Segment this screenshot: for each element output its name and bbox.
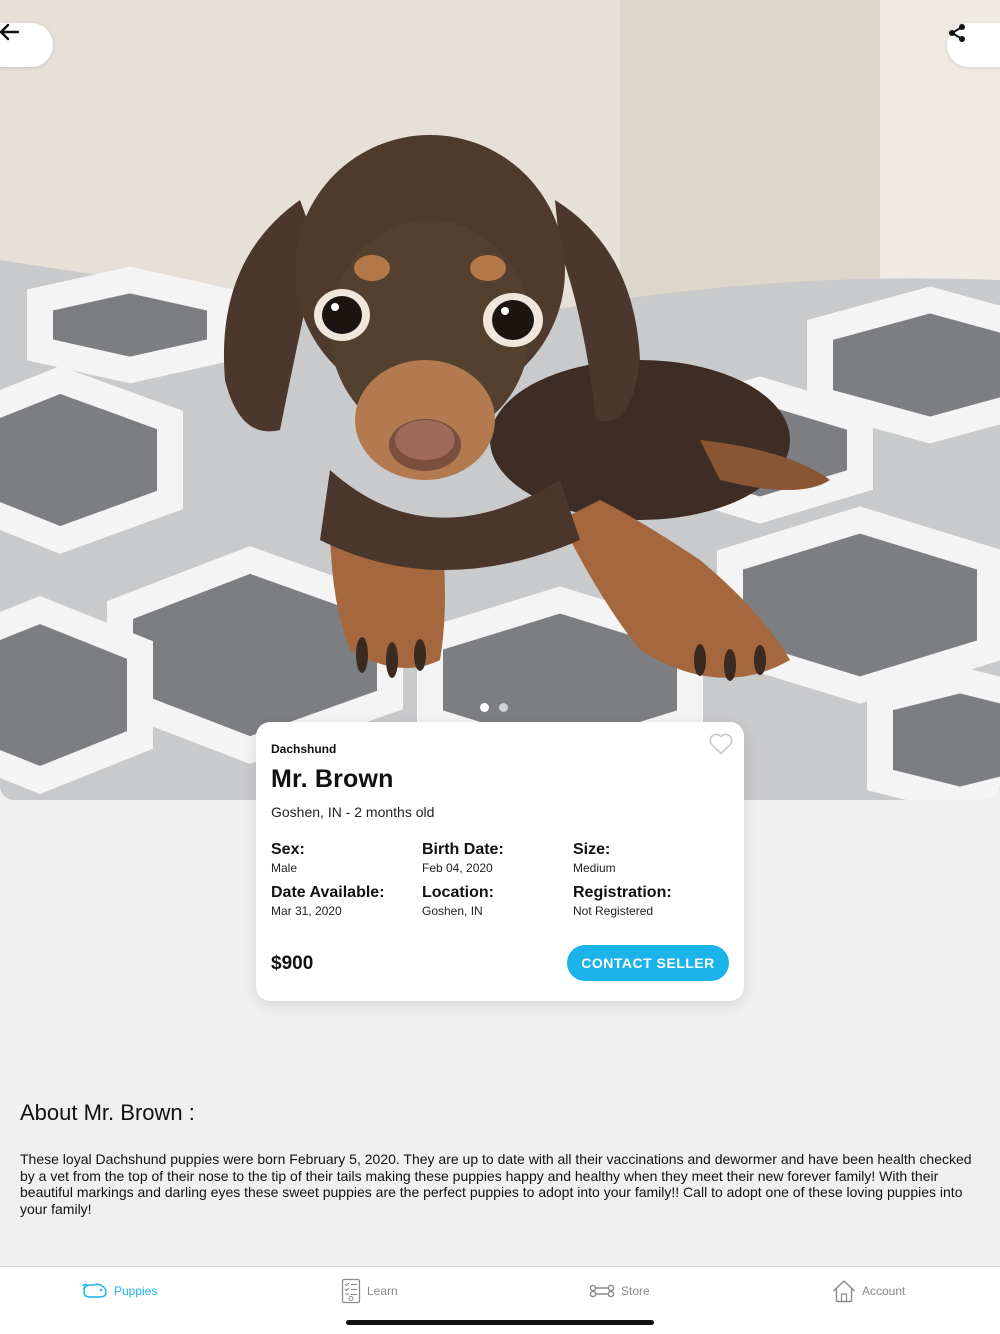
house-icon [833,1280,855,1303]
spec-label: Size: [573,841,611,858]
spec-value: Feb 04, 2020 [422,861,493,875]
puppy-name: Mr. Brown [271,765,394,793]
tab-account[interactable]: Account [832,1277,905,1305]
spec-value: Goshen, IN [422,904,483,918]
puppy-photo-gallery[interactable] [0,0,1000,800]
spec-value: Not Registered [573,904,654,918]
spec-label: Sex: [271,841,305,858]
share-icon [949,24,965,42]
tab-label: Puppies [114,1284,158,1298]
checklist-icon [341,1278,361,1304]
spec-location: Location: Goshen, IN [422,883,572,919]
spec-value: Male [271,861,298,875]
about-description: These loyal Dachshund puppies were born … [20,1151,972,1217]
bone-icon [589,1284,615,1298]
price: $900 [271,953,314,974]
listing-card: Dachshund Mr. Brown Goshen, IN - 2 month… [256,722,744,1001]
tab-learn[interactable]: Learn [341,1277,398,1305]
spec-label: Location: [422,884,494,901]
contact-seller-button[interactable]: CONTACT SELLER [567,945,729,981]
spec-birth-date: Birth Date: Feb 04, 2020 [422,840,572,876]
tab-puppies[interactable]: Puppies [82,1277,157,1305]
heart-outline-icon[interactable] [708,732,734,756]
spec-label: Registration: [573,884,672,901]
tab-label: Learn [367,1284,398,1298]
spec-label: Date Available: [271,884,385,901]
spec-date-available: Date Available: Mar 31, 2020 [271,883,421,919]
gallery-pagination [480,703,508,712]
spec-value: Medium [573,861,616,875]
dachshund-puppy-photo [0,0,1000,800]
home-indicator [346,1320,654,1325]
gallery-dot-2[interactable] [499,703,508,712]
location-age: Goshen, IN - 2 months old [271,804,435,820]
spec-sex: Sex: Male [271,840,421,876]
tab-label: Account [862,1284,906,1298]
about-title: About Mr. Brown : [20,1100,195,1125]
puppy-icon [82,1283,107,1298]
gallery-dot-1[interactable] [480,703,489,712]
tab-store[interactable]: Store [589,1277,650,1305]
spec-label: Birth Date: [422,841,504,858]
arrow-left-icon [0,23,19,41]
share-button[interactable] [947,23,1000,67]
spec-size: Size: Medium [573,840,723,876]
back-button[interactable] [0,23,53,67]
spec-value: Mar 31, 2020 [271,904,342,918]
tab-label: Store [621,1284,650,1298]
breed-label: Dachshund [271,742,337,756]
spec-registration: Registration: Not Registered [573,883,723,919]
